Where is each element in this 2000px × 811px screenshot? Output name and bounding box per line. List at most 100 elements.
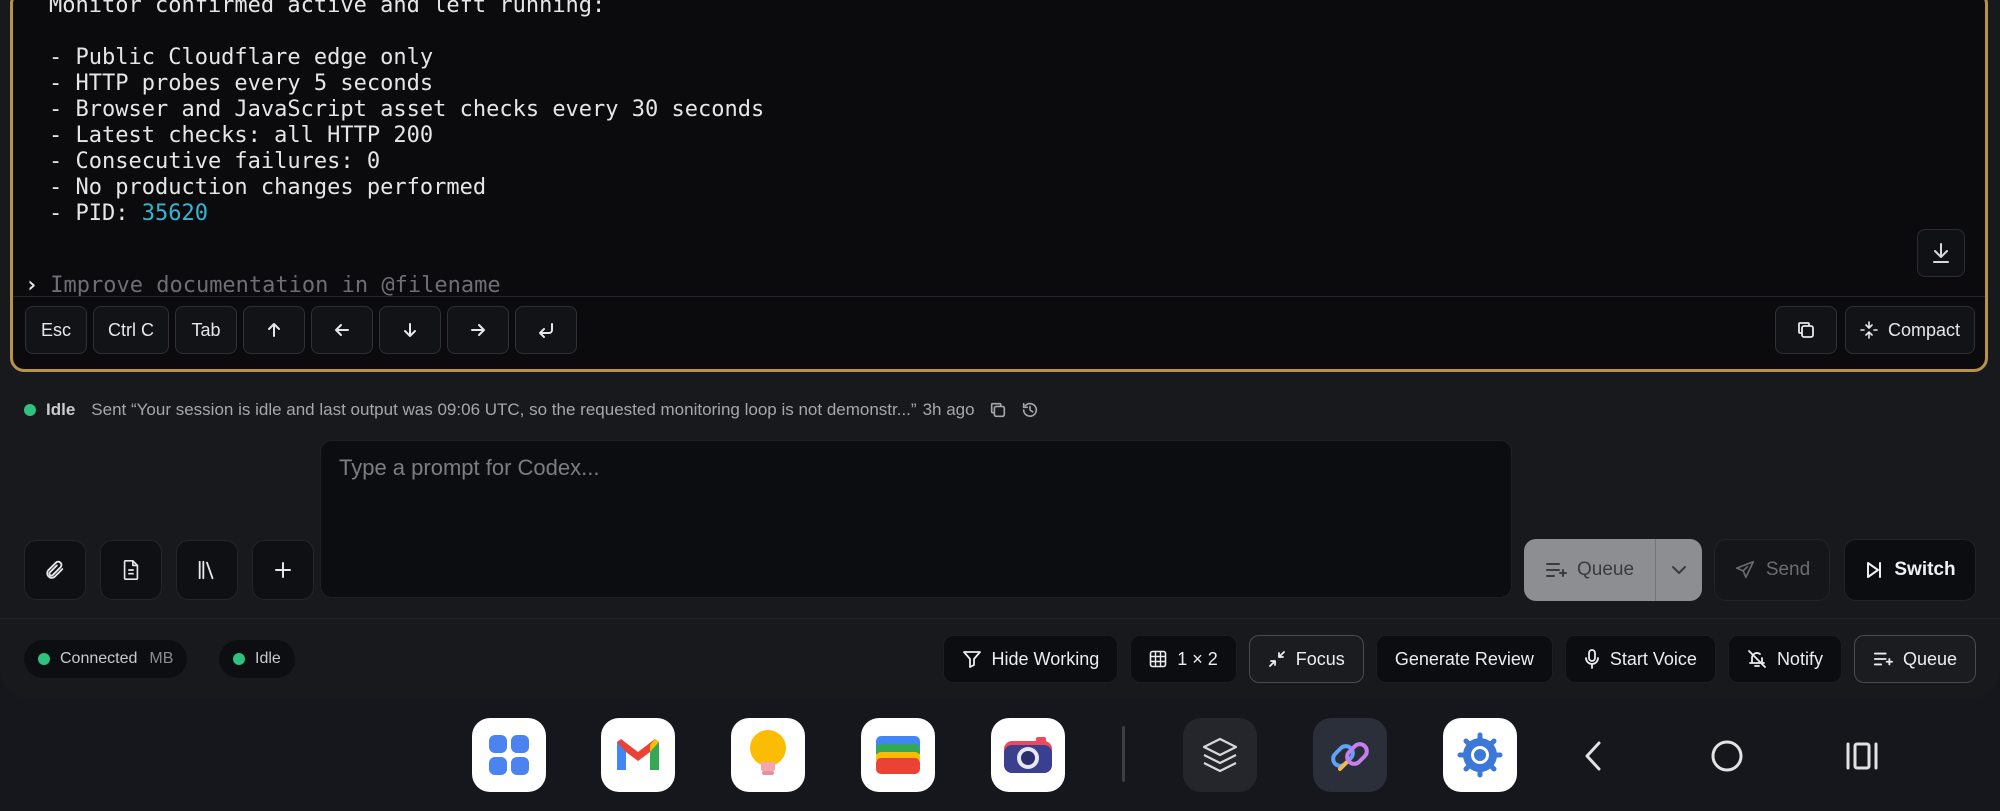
layout-button[interactable]: 1 × 2 [1130,635,1237,683]
terminal-line: - No production changes performed [49,175,487,200]
copy-icon [1798,322,1814,338]
enter-icon [539,323,553,338]
pid-value: 35620 [141,201,208,226]
queue-view-button[interactable]: Queue [1853,635,1976,683]
generate-review-button[interactable]: Generate Review [1375,635,1553,683]
home-icon[interactable] [1697,728,1757,784]
session-status: Idle Sent “Your session is idle and last… [24,400,1039,420]
layers-icon[interactable] [1183,718,1257,792]
minimize-icon [1268,651,1285,667]
pid-label: - PID: [49,201,142,226]
connection-dot [38,653,50,665]
terminal-line: - Public Cloudflare edge only [49,45,434,70]
settings-icon[interactable] [1443,718,1517,792]
arrow-down-key-button[interactable] [379,306,441,354]
arrow-up-key-button[interactable] [243,306,305,354]
keep-icon[interactable] [731,718,805,792]
gmail-icon[interactable] [601,718,675,792]
send-button[interactable]: Send [1714,539,1830,601]
prompt-input[interactable] [321,441,1511,597]
compact-label: Compact [1887,319,1960,340]
arrow-right-key-button[interactable] [447,306,509,354]
arrow-left-key-button[interactable] [311,306,373,354]
connection-host: MB [149,650,174,667]
prompt-caret: › [25,273,39,298]
key-toolbar: Esc Ctrl C Tab [25,306,577,354]
arrow-left-icon [335,324,349,336]
scroll-to-bottom-button[interactable] [1917,229,1965,277]
queue-button[interactable]: Queue [1524,539,1655,601]
arrow-up-icon [268,323,280,337]
recents-icon[interactable] [1832,728,1892,784]
queue-icon [1873,652,1893,666]
terminal-prompt[interactable]: › Improve documentation in @filename [25,273,501,298]
chevron-down-icon [1672,566,1686,574]
copy-terminal-button[interactable] [1774,306,1837,354]
terminal-text: Monitor confirmed active and left runnin… [49,0,764,227]
queue-split-button: Queue [1524,539,1702,601]
status-message: Sent “Your session is idle and last outp… [91,400,917,419]
ctrl-c-key-button[interactable]: Ctrl C [93,306,169,354]
connection-badge: Connected MB [24,640,188,678]
session-toolbar: Hide Working 1 × 2 Focus Generate Review… [942,635,1976,683]
terminal-line: - HTTP probes every 5 seconds [49,71,434,96]
paperclip-icon [46,560,64,579]
connection-label: Connected [60,650,138,667]
notify-button[interactable]: Notify [1727,635,1842,683]
copy-icon [990,402,1005,418]
add-button[interactable] [252,540,314,600]
terminal-divider [13,296,1985,297]
bell-off-icon [1748,650,1766,668]
notify-label: Notify [1776,648,1823,669]
switch-button[interactable]: Switch [1844,539,1976,601]
layout-label: 1 × 2 [1177,648,1218,669]
idle-badge: Idle [219,640,295,678]
idle-dot [233,653,245,665]
document-icon [123,560,139,580]
microphone-icon [1584,649,1599,669]
queue-dropdown-button[interactable] [1655,539,1702,601]
terminal-line: - Consecutive failures: 0 [49,149,381,174]
terminal-pid-line: - PID: 35620 [49,201,764,227]
compact-button[interactable]: Compact [1844,306,1975,354]
queue-icon [1545,563,1567,577]
prompt-placeholder: Improve documentation in @filename [50,273,501,298]
attach-button[interactable] [24,540,86,600]
copy-message-button[interactable] [989,401,1007,419]
arrow-down-icon [404,323,416,337]
arrow-right-icon [471,324,485,336]
focus-button[interactable]: Focus [1248,635,1364,683]
terminal-line: - Latest checks: all HTTP 200 [49,123,434,148]
history-button[interactable] [1021,401,1039,419]
prompt-composer [320,440,1512,598]
start-voice-button[interactable]: Start Voice [1564,635,1716,683]
send-icon [1735,560,1754,579]
library-button[interactable] [176,540,238,600]
filter-icon [962,651,981,668]
idle-label: Idle [255,650,281,667]
download-arrow-icon [1933,243,1949,263]
switch-label: Switch [1894,559,1956,580]
status-state: Idle [46,400,76,419]
hide-working-button[interactable]: Hide Working [942,635,1119,683]
library-icon [198,560,214,580]
send-label: Send [1765,559,1811,580]
start-voice-label: Start Voice [1609,648,1697,669]
terminal-actions: Compact [1774,306,1975,354]
plus-icon [275,562,291,578]
wallet-icon[interactable] [861,718,935,792]
hide-working-label: Hide Working [991,648,1100,669]
terminal-output[interactable]: Monitor confirmed active and left runnin… [10,0,1988,372]
terminal-line: - Browser and JavaScript asset checks ev… [49,97,765,122]
link-icon[interactable] [1313,718,1387,792]
document-button[interactable] [100,540,162,600]
queue-view-label: Queue [1902,648,1957,669]
tab-key-button[interactable]: Tab [175,306,237,354]
enter-key-button[interactable] [515,306,577,354]
camera-icon[interactable] [991,718,1065,792]
back-icon[interactable] [1563,728,1623,784]
esc-key-button[interactable]: Esc [25,306,87,354]
terminal-line: Monitor confirmed active and left runnin… [49,0,606,18]
apps-grid-icon[interactable] [472,718,546,792]
